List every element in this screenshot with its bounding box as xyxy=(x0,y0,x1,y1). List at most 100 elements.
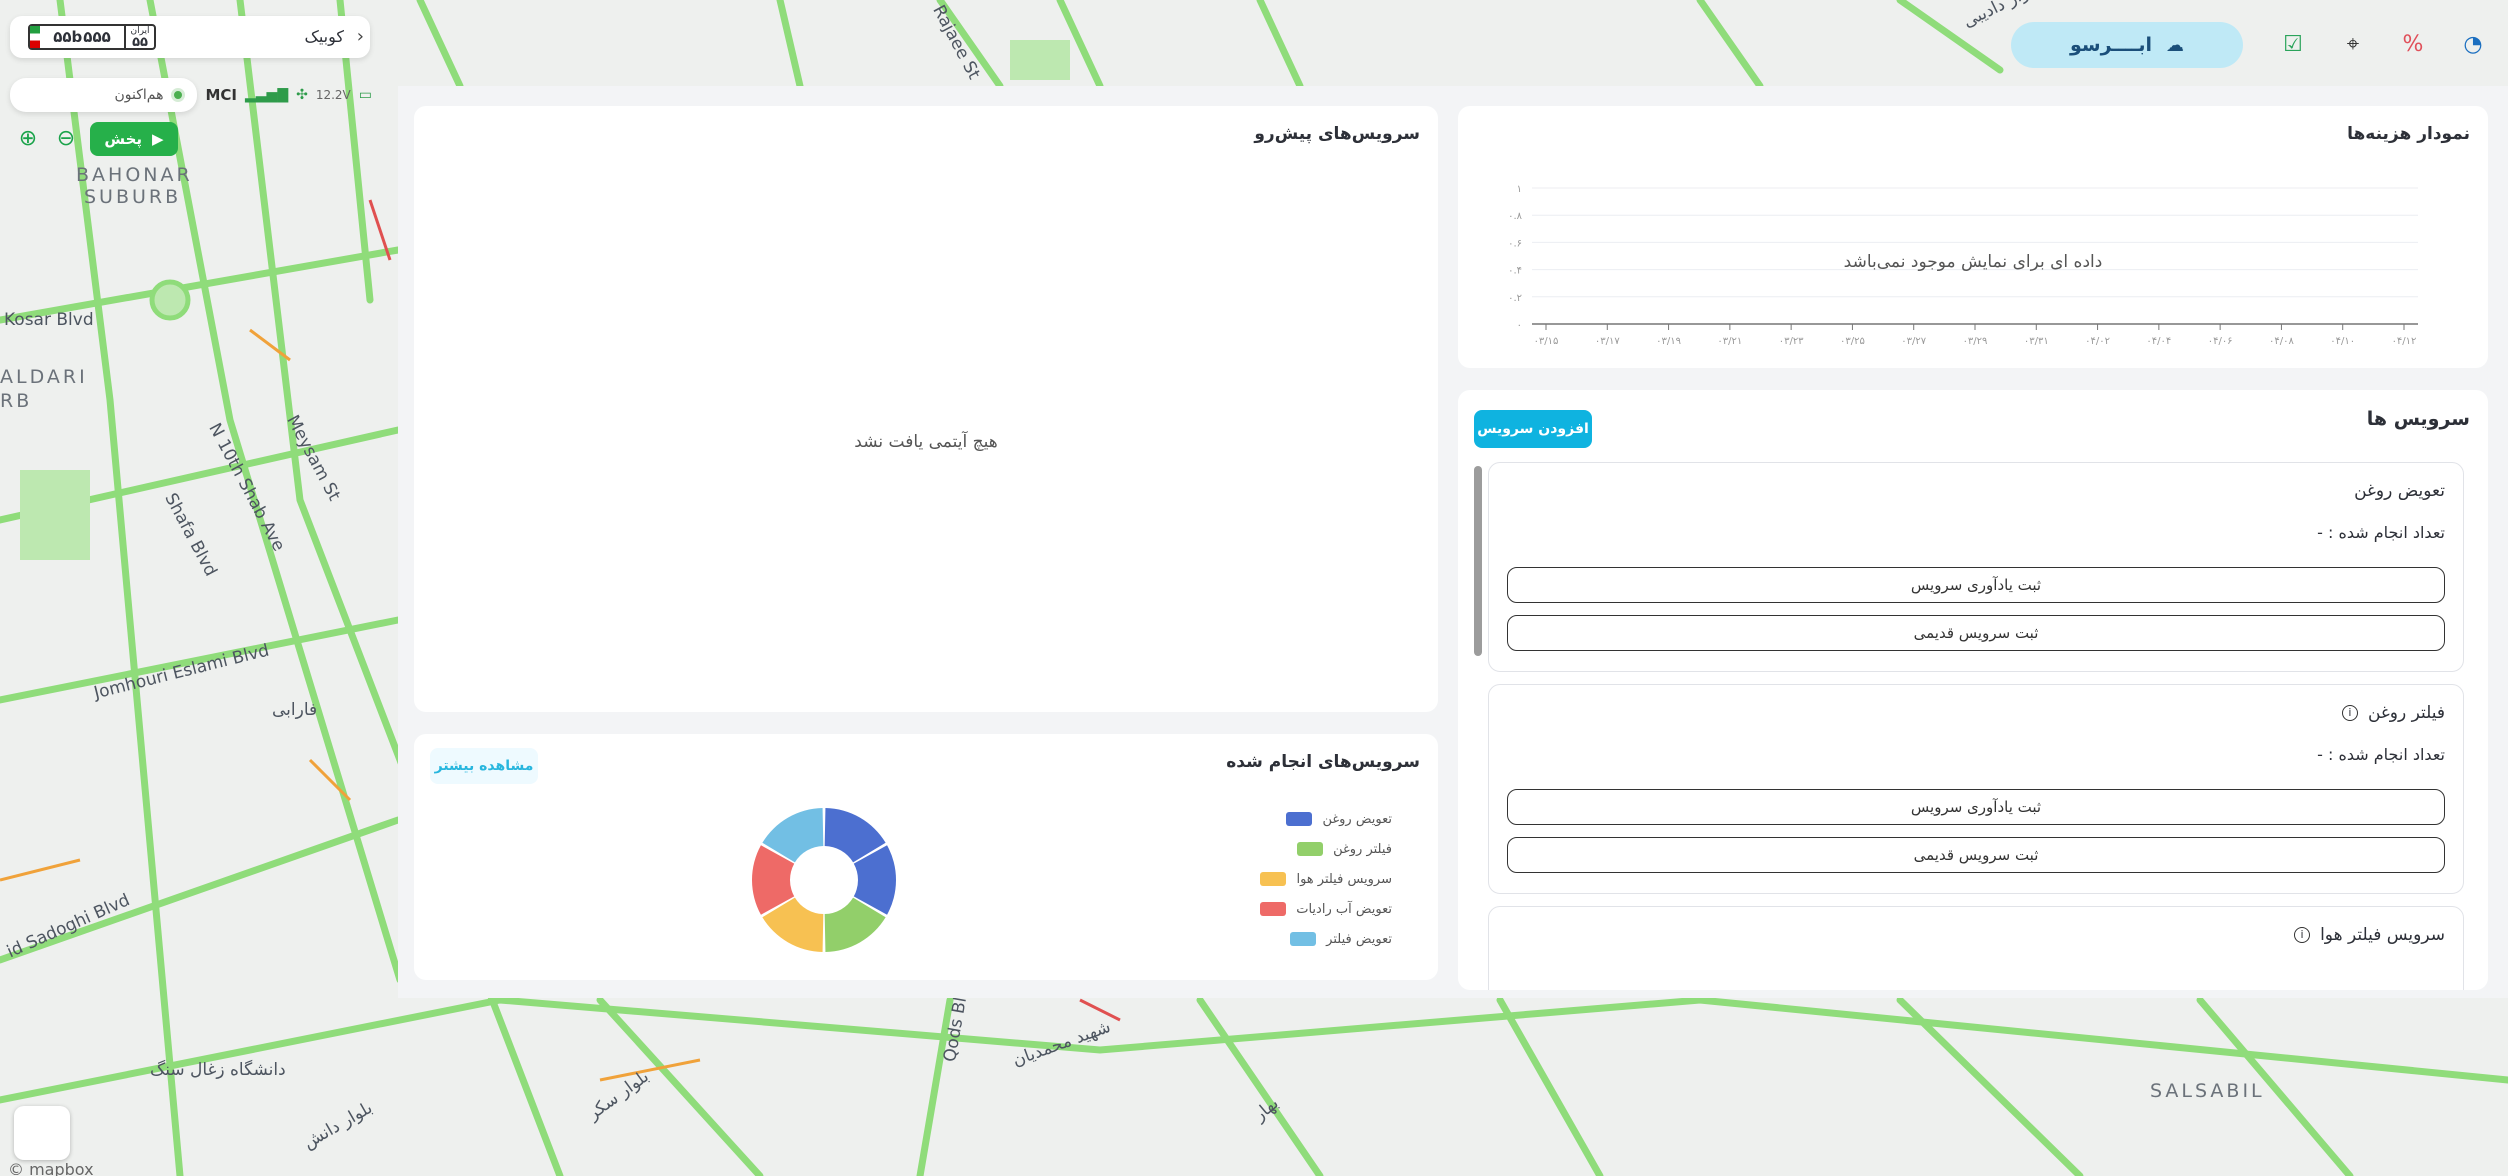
vehicle-check-icon[interactable]: ☑ xyxy=(2278,30,2308,60)
vehicle-services-panel: نمودار هزینه‌ها ۰ ۰.۲ ۰.۴ ۰.۶ ۰.۸ ۱ ۰۳/۱۵ ۰۳/۱۷… xyxy=(398,86,2508,998)
cloud-icon: ☁ xyxy=(2166,34,2185,56)
service-count: تعداد انجام شده : - xyxy=(2317,745,2445,764)
x-tick-label: ۰۴/۱۲ xyxy=(2392,336,2417,347)
live-label: هم‌اکنون xyxy=(114,87,164,103)
legend-item[interactable]: تعویض فیلتر xyxy=(1242,924,1392,954)
services-title: سرویس ها xyxy=(2366,408,2470,430)
donut-legend: تعویض روغن فیلتر روغن سرویس فیلتر هوا تعویض… xyxy=(1242,804,1392,954)
service-name-row: فیلتر روغن i xyxy=(2341,703,2445,723)
y-tick-label: ۰.۶ xyxy=(1508,238,1522,249)
services-card: سرویس ها افزودن سرویس تعویض روغن تعداد ا… xyxy=(1458,390,2488,990)
legend-label: فیلتر روغن xyxy=(1333,841,1392,857)
play-label: پخش xyxy=(104,130,143,148)
cost-chart-empty: داده ای برای نمایش موجود نمی‌باشد xyxy=(1843,252,2103,272)
legend-swatch xyxy=(1297,842,1324,856)
service-name-row: سرویس فیلتر هوا i xyxy=(2294,925,2445,945)
x-tick-label: ۰۳/۲۱ xyxy=(1717,336,1742,347)
register-reminder-button[interactable]: ثبت یادآوری سرویس xyxy=(1507,789,2445,825)
map-label: RB xyxy=(0,390,33,412)
legend-swatch xyxy=(1260,902,1287,916)
y-tick-label: ۰ xyxy=(1517,320,1522,331)
play-icon: ▶ xyxy=(152,130,164,148)
register-old-service-button[interactable]: ثبت سرویس قدیمی xyxy=(1507,837,2445,873)
service-item: سرویس فیلتر هوا i xyxy=(1488,906,2464,990)
gps-icon: ✣ xyxy=(296,87,308,103)
y-tick-label: ۱ xyxy=(1517,184,1522,195)
mapbox-logo: © mapbox xyxy=(8,1160,94,1176)
map-label: ALDARI xyxy=(0,366,88,388)
x-tick-label: ۰۴/۰۲ xyxy=(2085,336,2110,347)
vehicle-name: کوبیک xyxy=(304,27,344,46)
service-name: سرویس فیلتر هوا xyxy=(2320,925,2445,945)
operator-label: MCI xyxy=(205,86,238,104)
service-item: تعویض روغن تعداد انجام شده : - ثبت یادآو… xyxy=(1488,462,2464,672)
license-plate: ۵۵b۵۵۵ ایران ۵۵ xyxy=(28,24,156,50)
upcoming-services-card: سرویس‌های پیش‌رو هیچ آیتمی یافت نشد xyxy=(414,106,1438,712)
done-services-donut xyxy=(752,808,896,952)
discount-icon[interactable]: % xyxy=(2398,30,2428,60)
info-icon[interactable]: i xyxy=(2294,927,2311,943)
map-label: Kosar Blvd xyxy=(4,310,94,330)
cloud-label: ابــــرسو xyxy=(2069,34,2153,56)
legend-swatch xyxy=(1290,932,1317,946)
map-label: SUBURB xyxy=(84,186,182,208)
map-label: دانشگاه زغال سنگ xyxy=(150,1060,286,1080)
legend-label: سرویس فیلتر هوا xyxy=(1296,871,1392,887)
zoom-in-icon[interactable]: ⊕ xyxy=(14,125,42,153)
x-tick-label: ۰۳/۲۹ xyxy=(1963,336,1988,347)
cost-chart: ۰۰.۲۰.۴۰.۶۰.۸۱۰۳/۱۵ ۰۳/۱۷ ۰۳/۱۹ ۰۳/۲۱ ۰۳/۲۳ ۰… xyxy=(1508,184,2418,347)
x-tick-label: ۰۴/۰۶ xyxy=(2208,336,2233,347)
legend-item[interactable]: فیلتر روغن xyxy=(1242,834,1392,864)
legend-label: تعویض روغن xyxy=(1322,811,1392,827)
map-label: SALSABIL xyxy=(2150,1080,2265,1102)
info-icon[interactable]: i xyxy=(2341,705,2358,721)
live-dot-icon xyxy=(171,88,186,102)
chevron-right-icon[interactable]: › xyxy=(357,26,364,47)
map-label: فارابی xyxy=(272,700,318,720)
vehicle-selector[interactable]: ۵۵b۵۵۵ ایران ۵۵ کوبیک › xyxy=(10,16,370,58)
x-tick-label: ۰۴/۰۴ xyxy=(2146,336,2171,347)
x-tick-label: ۰۳/۲۷ xyxy=(1901,336,1926,347)
x-tick-label: ۰۳/۱۵ xyxy=(1534,336,1559,347)
x-tick-label: ۰۳/۲۵ xyxy=(1840,336,1865,347)
signal-icon: ▂▃▅▇ xyxy=(245,87,289,103)
iran-flag-icon xyxy=(30,26,40,48)
map-label: BAHONAR xyxy=(76,164,193,186)
see-more-button[interactable]: مشاهده بیشتر xyxy=(430,748,538,784)
y-tick-label: ۰.۸ xyxy=(1508,211,1523,222)
cloud-button[interactable]: ابــــرسو ☁ xyxy=(2011,22,2243,68)
legend-item[interactable]: تعویض آب رادیات xyxy=(1242,894,1392,924)
live-status[interactable]: هم‌اکنون xyxy=(10,78,198,112)
legend-swatch xyxy=(1286,812,1313,826)
service-count: تعداد انجام شده : - xyxy=(2317,523,2445,542)
upcoming-title: سرویس‌های پیش‌رو xyxy=(1254,124,1420,144)
x-tick-label: ۰۳/۱۷ xyxy=(1595,336,1620,347)
x-tick-label: ۰۳/۱۹ xyxy=(1656,336,1681,347)
register-reminder-button[interactable]: ثبت یادآوری سرویس xyxy=(1507,567,2445,603)
map-style-toggle[interactable] xyxy=(14,1106,70,1160)
service-name: فیلتر روغن xyxy=(2367,703,2445,723)
done-services-card: سرویس‌های انجام شده مشاهده بیشتر تعویض ر… xyxy=(414,734,1438,980)
register-old-service-button[interactable]: ثبت سرویس قدیمی xyxy=(1507,615,2445,651)
scrollbar[interactable] xyxy=(1474,466,1482,656)
vehicle-status-row: هم‌اکنون MCI ▂▃▅▇ ✣ 12.2V ▭ xyxy=(10,78,372,112)
zoom-out-icon[interactable]: ⊖ xyxy=(52,125,80,153)
plate-number: ۵۵b۵۵۵ xyxy=(53,28,111,46)
speedometer-icon[interactable]: ◔ xyxy=(2458,30,2488,60)
y-tick-label: ۰.۲ xyxy=(1508,293,1522,304)
legend-label: تعویض آب رادیات xyxy=(1296,901,1392,917)
add-service-button[interactable]: افزودن سرویس xyxy=(1474,410,1592,448)
legend-label: تعویض فیلتر xyxy=(1326,931,1392,947)
plate-region: ایران ۵۵ xyxy=(124,26,154,49)
voltage-value: 12.2V xyxy=(315,88,351,102)
map-controls: ⊕ ⊖ پخش ▶ xyxy=(14,122,178,156)
legend-item[interactable]: تعویض روغن xyxy=(1242,804,1392,834)
x-tick-label: ۰۴/۰۸ xyxy=(2269,336,2294,347)
play-button[interactable]: پخش ▶ xyxy=(90,122,178,156)
legend-item[interactable]: سرویس فیلتر هوا xyxy=(1242,864,1392,894)
upcoming-empty: هیچ آیتمی یافت نشد xyxy=(854,432,998,452)
route-icon[interactable]: ⌖ xyxy=(2338,30,2368,60)
done-title: سرویس‌های انجام شده xyxy=(1226,752,1420,772)
cost-chart-card: نمودار هزینه‌ها ۰ ۰.۲ ۰.۴ ۰.۶ ۰.۸ ۱ ۰۳/۱۵ ۰۳/۱۷… xyxy=(1458,106,2488,368)
x-tick-label: ۰۳/۳۱ xyxy=(2024,336,2049,347)
